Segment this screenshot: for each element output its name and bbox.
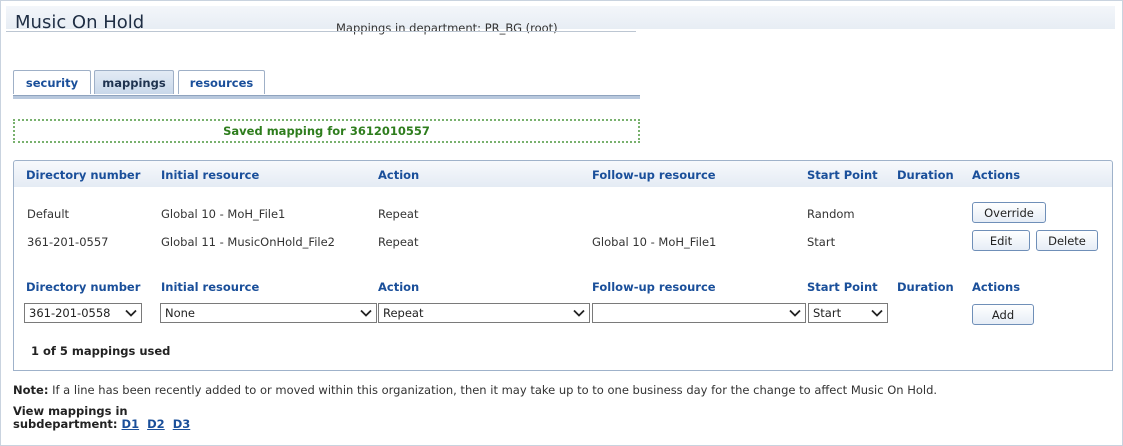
- add-col-actions: Actions: [972, 280, 1021, 294]
- delete-button[interactable]: Delete: [1036, 230, 1098, 251]
- start-point-select[interactable]: Start: [808, 303, 888, 323]
- chevron-down-icon: [573, 309, 585, 317]
- page-subtitle: Mappings in department: PR_BG (root): [336, 21, 558, 35]
- tab-label: security: [25, 75, 79, 90]
- col-start-point: Start Point: [807, 168, 878, 182]
- cell-followup-resource: Global 10 - MoH_File1: [592, 235, 717, 249]
- col-initial-resource: Initial resource: [161, 168, 260, 182]
- add-col-start-point: Start Point: [807, 280, 878, 294]
- cell-action: Repeat: [378, 207, 419, 221]
- subdepartment-label-2: subdepartment:: [13, 417, 118, 431]
- chevron-down-icon: [789, 309, 801, 317]
- initial-resource-select[interactable]: None: [160, 303, 377, 323]
- tab-mappings[interactable]: mappings: [94, 70, 174, 94]
- note-body: If a line has been recently added to or …: [52, 383, 938, 397]
- add-button[interactable]: Add: [972, 304, 1034, 325]
- col-duration: Duration: [897, 168, 954, 182]
- chevron-down-icon: [125, 309, 137, 317]
- cell-initial-resource: Global 10 - MoH_File1: [161, 207, 286, 221]
- add-col-action: Action: [378, 280, 420, 294]
- header-divider: [6, 31, 636, 32]
- cell-directory: Default: [27, 207, 70, 221]
- button-label: Override: [984, 205, 1034, 220]
- followup-resource-select[interactable]: [592, 303, 806, 323]
- button-label: Edit: [989, 233, 1013, 248]
- app-title: Music On Hold: [15, 12, 145, 33]
- override-button[interactable]: Override: [972, 202, 1046, 223]
- select-value: Repeat: [383, 306, 424, 320]
- status-message: Saved mapping for 3612010557: [13, 119, 640, 143]
- subdepartment-link-d1[interactable]: D1: [122, 417, 140, 431]
- directory-number-select[interactable]: 361-201-0558: [24, 303, 142, 323]
- header-bar: Music On Hold Mappings in department: PR…: [6, 6, 1115, 35]
- subdepartment-nav: View mappings in subdepartment: D1 D2 D3: [13, 405, 194, 431]
- note-text: Note: If a line has been recently added …: [13, 383, 937, 397]
- add-col-initial-resource: Initial resource: [161, 280, 260, 294]
- tab-label: resources: [189, 75, 254, 90]
- col-followup-resource: Follow-up resource: [592, 168, 716, 182]
- action-select[interactable]: Repeat: [378, 303, 590, 323]
- tab-resources[interactable]: resources: [178, 70, 265, 94]
- subdepartment-line: subdepartment: D1 D2 D3: [13, 418, 194, 431]
- button-label: Delete: [1048, 233, 1086, 248]
- table-header: Directory number Initial resource Action…: [13, 160, 1113, 188]
- col-actions: Actions: [972, 168, 1021, 182]
- subdepartment-link-d2[interactable]: D2: [147, 417, 165, 431]
- col-directory-number: Directory number: [26, 168, 141, 182]
- cell-action: Repeat: [378, 235, 419, 249]
- select-value: 361-201-0558: [29, 306, 111, 320]
- tab-security[interactable]: security: [13, 70, 91, 94]
- add-col-directory-number: Directory number: [26, 280, 141, 294]
- usage-count: 1 of 5 mappings used: [31, 344, 171, 358]
- add-col-followup-resource: Follow-up resource: [592, 280, 716, 294]
- cell-directory: 361-201-0557: [27, 235, 109, 249]
- select-value: None: [165, 306, 196, 320]
- edit-button[interactable]: Edit: [972, 230, 1030, 251]
- chevron-down-icon: [871, 309, 883, 317]
- note-label: Note:: [13, 383, 49, 397]
- tab-label: mappings: [102, 75, 166, 90]
- cell-start-point: Random: [807, 207, 855, 221]
- button-label: Add: [991, 307, 1015, 322]
- select-value: Start: [813, 306, 842, 320]
- subdepartment-link-d3[interactable]: D3: [173, 417, 191, 431]
- cell-initial-resource: Global 11 - MusicOnHold_File2: [161, 235, 335, 249]
- chevron-down-icon: [360, 309, 372, 317]
- mappings-panel: Default Global 10 - MoH_File1 Repeat Ran…: [13, 187, 1113, 371]
- cell-start-point: Start: [807, 235, 836, 249]
- add-col-duration: Duration: [897, 280, 954, 294]
- tab-underline: [13, 95, 640, 99]
- col-action: Action: [378, 168, 420, 182]
